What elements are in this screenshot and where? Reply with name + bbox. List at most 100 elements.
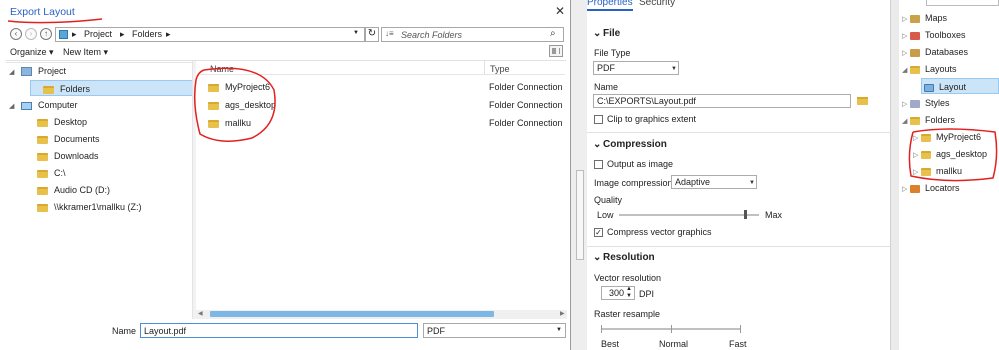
spinner-icon[interactable]: ▲ ▼ [626, 286, 632, 300]
resample-normal-label: Normal [659, 339, 689, 349]
up-icon[interactable]: ↑ [40, 28, 52, 40]
tab-properties[interactable]: Properties [587, 0, 633, 8]
folder-icon [37, 118, 48, 127]
tree-item-folders[interactable]: Folders [30, 80, 193, 96]
clip-extent-label: Clip to graphics extent [607, 114, 697, 124]
output-image-label: Output as image [607, 159, 674, 169]
organize-menu[interactable]: Organize ▾ [10, 47, 54, 58]
scroll-left-icon[interactable]: ◀ [198, 310, 203, 317]
chevron-down-icon[interactable]: ◢ [9, 99, 21, 115]
chevron-down-icon[interactable]: ◢ [9, 65, 21, 81]
catalog-pane: ▷ Maps ▷ Toolboxes ▷ Databases ◢ Layouts Lay… [899, 0, 999, 350]
view-options-icon[interactable] [549, 45, 563, 57]
section-resolution[interactable]: Resolution [603, 252, 655, 263]
folder-icon [910, 65, 920, 74]
layout-icon [924, 83, 934, 92]
chevron-down-icon[interactable]: ▼ [353, 30, 359, 36]
toolbox-icon [910, 31, 920, 40]
chevron-down-icon[interactable]: ◢ [902, 63, 910, 79]
tree-item-downloads[interactable]: Downloads [37, 148, 99, 164]
name-label: Name [112, 326, 137, 336]
quality-low-label: Low [597, 210, 614, 220]
circle-annotation [193, 67, 276, 142]
location-icon [59, 30, 68, 39]
breadcrumb-folders[interactable]: Folders [132, 29, 162, 39]
circle-annotation [908, 128, 998, 182]
catalog-item-maps[interactable]: ▷ Maps [902, 10, 947, 26]
quality-high-label: Max [765, 210, 783, 220]
forward-icon[interactable]: › [25, 28, 37, 40]
quality-slider-thumb[interactable] [744, 210, 747, 219]
file-type-select[interactable]: PDF ▼ [423, 323, 566, 338]
tree-item-project[interactable]: ◢ Project [9, 63, 66, 79]
vector-resolution-label: Vector resolution [594, 273, 662, 283]
file-type-dropdown[interactable]: PDF [593, 61, 679, 75]
tree-item-audio-cd[interactable]: Audio CD (D:) [37, 182, 110, 198]
output-path-input[interactable]: C:\EXPORTS\Layout.pdf [593, 94, 851, 108]
search-input[interactable]: ↓≡ Search Folders ⌕ [381, 27, 564, 42]
tab-security[interactable]: Security [639, 0, 675, 8]
pane-splitter[interactable] [890, 0, 899, 350]
tree-item-documents[interactable]: Documents [37, 131, 100, 147]
catalog-item-layout[interactable]: Layout [921, 78, 999, 94]
resample-fast-label: Fast [729, 339, 747, 349]
back-icon[interactable]: ‹ [10, 28, 22, 40]
catalog-toolbar [926, 0, 999, 6]
quality-label: Quality [594, 195, 623, 205]
clip-extent-checkbox[interactable] [594, 115, 603, 124]
chevron-right-icon[interactable]: ▷ [902, 29, 910, 45]
address-bar[interactable]: ▸ Project ▸ Folders ▸ ▼ [55, 27, 365, 42]
catalog-item-layouts[interactable]: ◢ Layouts [902, 61, 957, 77]
background-area [571, 0, 587, 350]
catalog-item-toolboxes[interactable]: ▷ Toolboxes [902, 27, 966, 43]
search-icon[interactable]: ⌕ [550, 28, 556, 39]
refresh-icon[interactable]: ↻ [365, 27, 379, 42]
folder-icon [37, 135, 48, 144]
search-placeholder: Search Folders [401, 30, 463, 40]
chevron-right-icon[interactable]: ▷ [902, 46, 910, 62]
dpi-unit-label: DPI [639, 289, 655, 299]
output-image-checkbox[interactable] [594, 160, 603, 169]
database-icon [910, 48, 920, 57]
file-type-label: File Type [594, 48, 631, 58]
scrollbar-thumb[interactable] [210, 311, 494, 317]
chevron-down-icon[interactable]: ⌄ [593, 28, 601, 39]
raster-resample-label: Raster resample [594, 309, 661, 319]
tree-item-network-drive[interactable]: \\kkramer1\mallku (Z:) [37, 199, 142, 215]
folder-icon [43, 85, 54, 94]
catalog-item-styles[interactable]: ▷ Styles [902, 95, 950, 111]
image-compression-dropdown[interactable]: Adaptive [671, 175, 757, 189]
folder-icon [37, 203, 48, 212]
filename-input[interactable]: Layout.pdf [140, 323, 418, 338]
folder-icon [37, 152, 48, 161]
column-type[interactable]: Type [490, 64, 510, 74]
chevron-down-icon[interactable]: ⌄ [593, 139, 601, 150]
sort-icon: ↓≡ [385, 29, 394, 38]
compress-vector-label: Compress vector graphics [607, 227, 712, 237]
resample-best-label: Best [601, 339, 620, 349]
tree-item-c-drive[interactable]: C:\ [37, 165, 66, 181]
breadcrumb-project[interactable]: Project [84, 29, 112, 39]
chevron-right-icon[interactable]: ▷ [902, 97, 910, 113]
chevron-right-icon[interactable]: ▷ [902, 12, 910, 28]
export-properties-pane: Properties Security ⌄ File File Type PDF… [587, 0, 890, 350]
new-item-menu[interactable]: New Item ▾ [63, 47, 108, 58]
section-file[interactable]: File [603, 28, 620, 39]
catalog-item-databases[interactable]: ▷ Databases [902, 44, 968, 60]
chevron-down-icon[interactable]: ⌄ [593, 252, 601, 263]
tree-item-desktop[interactable]: Desktop [37, 114, 87, 130]
computer-icon [21, 101, 32, 110]
section-compression[interactable]: Compression [603, 139, 667, 150]
export-layout-dialog: Export Layout ✕ ‹ › ↑ ▸ Project ▸ Folder… [0, 0, 571, 350]
image-compression-label: Image compression [594, 178, 673, 188]
navigation-pane: ◢ Project Folders ◢ Computer Desktop Docum… [6, 62, 193, 318]
scroll-right-icon[interactable]: ▶ [560, 310, 565, 317]
chevron-down-icon: ▼ [556, 327, 562, 333]
compress-vector-checkbox[interactable]: ✓ [594, 228, 603, 237]
tree-item-computer[interactable]: ◢ Computer [9, 97, 78, 113]
quality-slider[interactable] [619, 214, 759, 216]
close-icon[interactable]: ✕ [555, 4, 565, 18]
folder-icon [37, 186, 48, 195]
browse-folder-icon[interactable] [857, 97, 868, 105]
check-icon: ✓ [595, 228, 602, 237]
